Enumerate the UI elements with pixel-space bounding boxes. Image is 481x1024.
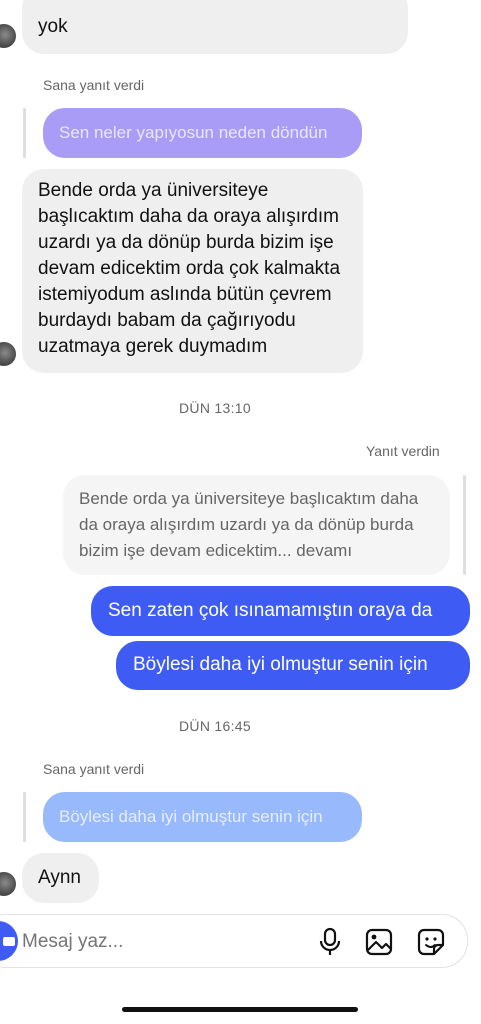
quoted-message[interactable]: Böylesi daha iyi olmuştur senin için — [43, 792, 362, 842]
avatar — [0, 342, 16, 366]
sticker-icon[interactable] — [416, 927, 446, 957]
gallery-icon[interactable] — [365, 928, 393, 956]
message-input[interactable] — [22, 929, 292, 955]
message-text: Sen zaten çok ısınamamıştın oraya da — [108, 600, 433, 621]
quote-bar — [463, 475, 466, 575]
camera-icon — [2, 934, 16, 948]
reply-label: Sana yanıt verdi — [43, 761, 145, 777]
quote-bar — [23, 108, 26, 158]
avatar — [0, 872, 16, 896]
quoted-text: Bende orda ya üniversiteye başlıcaktım d… — [79, 489, 419, 560]
message-bubble-outgoing[interactable]: Sen zaten çok ısınamamıştın oraya da — [91, 586, 470, 636]
message-bubble-incoming[interactable]: Bende orda ya üniversiteye başlıcaktım d… — [22, 169, 363, 373]
message-text: Aynn — [38, 867, 81, 888]
message-text: Böylesi daha iyi olmuştur senin için — [133, 654, 428, 675]
timestamp: DÜN 16:45 — [179, 718, 251, 734]
message-bubble-incoming[interactable]: yok — [22, 0, 408, 54]
microphone-icon[interactable] — [317, 927, 343, 957]
quoted-message[interactable]: Sen neler yapıyosun neden döndün — [43, 108, 362, 158]
quoted-message[interactable]: Bende orda ya üniversiteye başlıcaktım d… — [63, 475, 450, 575]
message-bubble-outgoing[interactable]: Böylesi daha iyi olmuştur senin için — [116, 641, 470, 690]
timestamp: DÜN 13:10 — [179, 400, 251, 416]
message-text: Bende orda ya üniversiteye başlıcaktım d… — [38, 180, 341, 357]
quote-bar — [23, 792, 26, 842]
avatar — [0, 24, 16, 48]
message-text: yok — [38, 16, 68, 37]
quoted-text: Böylesi daha iyi olmuştur senin için — [59, 807, 323, 826]
message-bubble-incoming[interactable]: Aynn — [22, 853, 99, 903]
reply-label: Sana yanıt verdi — [43, 77, 145, 93]
reply-label: Yanıt verdin — [366, 443, 440, 459]
quoted-text: Sen neler yapıyosun neden döndün — [59, 123, 328, 142]
home-indicator — [122, 1007, 358, 1012]
